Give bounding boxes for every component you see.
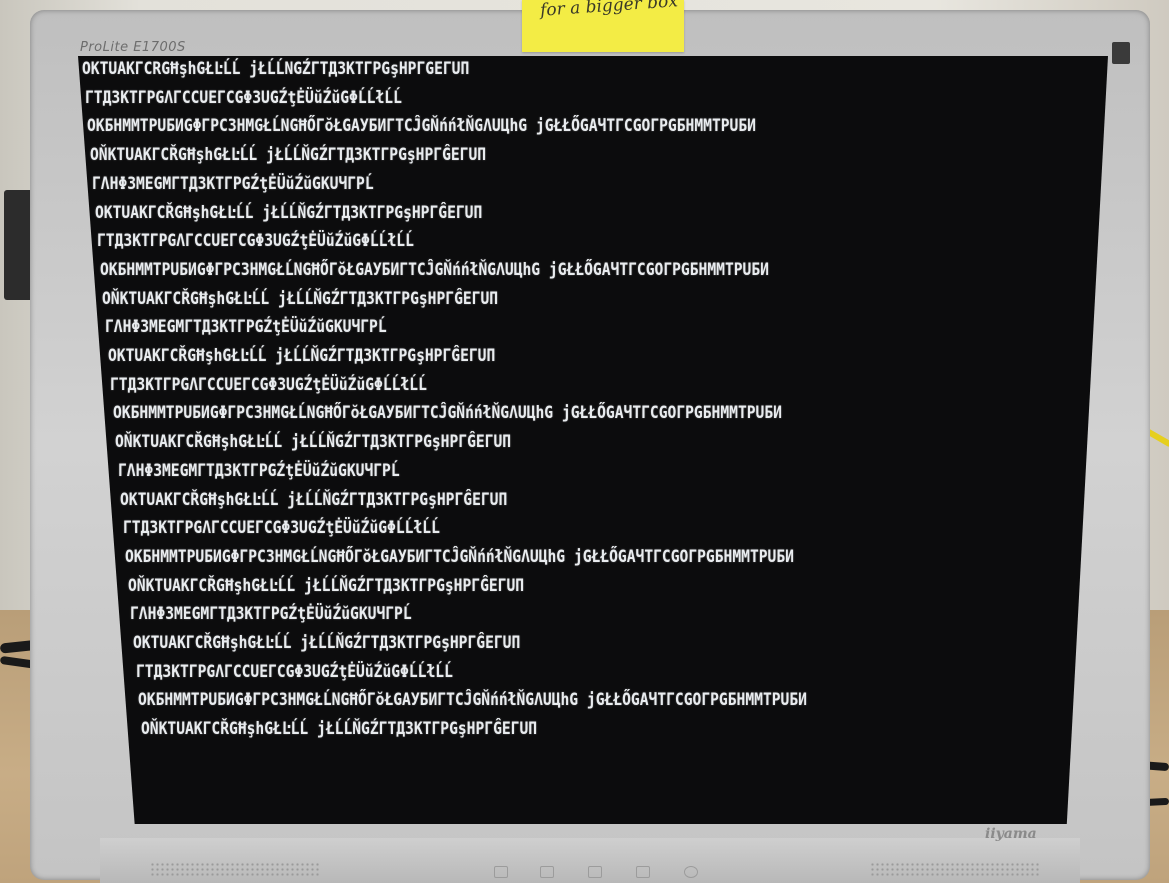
- power-button[interactable]: [684, 866, 698, 878]
- screen-text-line: OKБHMMTPUБИGΦГPC3HMGŁĹNGĦŐГŏŁGAУБИГTCĴGŇ…: [87, 116, 757, 137]
- monitor-sensor-icon: [1112, 42, 1130, 64]
- screen-text-line: ГΛHΦ3MEGMГTД3KTГPGŹţĖÜŭŹŭGKUЧГPĹ: [130, 604, 413, 625]
- screen-text-line: OKTUAKГCŘGĦşhGŁĿĹĹ jŁĹĹŇGŹГTД3KTГPGşHPГĜ…: [94, 202, 483, 223]
- speaker-grille-left: [150, 862, 320, 876]
- down-button[interactable]: [540, 866, 554, 878]
- screen-text-line: OŇKTUAKГCŘGĦşhGŁĿĹĹ jŁĹĹŇGŹГTД3KTГPGşHPГ…: [127, 575, 524, 596]
- garbled-text-area: OKTUAKГCRGĦşhGŁĿĹĹ jŁĹĹNGŹГTД3KTГPGşHPГG…: [78, 56, 1108, 824]
- sticky-note: for a bigger box: [522, 0, 684, 52]
- screen-text-line: OKTUAKГCRGĦşhGŁĿĹĹ jŁĹĹNGŹГTД3KTГPGşHPГG…: [82, 59, 470, 79]
- screen-text-line: OKTUAKГCŘGĦşhGŁĿĹĹ jŁĹĹŇGŹГTД3KTГPGşHPГĜ…: [133, 633, 521, 653]
- screen-text-line: OŇKTUAKГCŘGĦşhGŁĿĹĹ jŁĹĹŇGŹГTД3KTГPGşHPГ…: [115, 432, 512, 453]
- screen-text-line: ГTД3KTГPGΛГCCUEГCGΦ3UGŹţĖÜŭŹŭGΦĹĹłĹĹ: [135, 661, 453, 682]
- screen-text-line: ГTД3KTГPGΛГCCUEГCGΦ3UGŹţĖÜŭŹŭGΦĹĹłĹĹ: [97, 231, 415, 252]
- screen-text-line: ГTД3KTГPGΛГCCUEГCGΦ3UGŹţĖÜŭŹŭGΦĹĹłĹĹ: [110, 374, 427, 395]
- screen-text-line: OŇKTUAKГCŘGĦşhGŁĿĹĹ jŁĹĹŇGŹГTД3KTГPGşHPГ…: [102, 288, 499, 309]
- screen-text-line: OKБHMMTPUБИGΦГPC3HMGŁĹNGĦŐГŏŁGAУБИГTCĴGŇ…: [125, 546, 795, 567]
- screen-text-line: OKБHMMTPUБИGΦГPC3HMGŁĹNGĦŐГŏŁGAУБИГTCĴGŇ…: [112, 403, 782, 424]
- screen-text-line: ГΛHΦ3MEGMГTД3KTГPGŹţĖÜŭŹŭGKUЧГPĹ: [104, 317, 387, 338]
- screen-text-line: OŇKTUAKГCŘGĦşhGŁĿĹĹ jŁĹĹŇGŹГTД3KTГPGşHPГ…: [140, 719, 537, 740]
- screen-text-line: ГTД3KTГPGΛГCCUEГCGΦ3UGŹţĖÜŭŹŭGΦĹĹłĹĹ: [122, 518, 440, 539]
- sticky-note-text: for a bigger box: [539, 0, 679, 21]
- monitor-model-label: ProLite E1700S: [80, 40, 186, 55]
- screen-text-line: ГTД3KTГPGΛГCCUEГCGΦ3UGŹţĖÜŭŹŭGΦĹĹłĹĹ: [84, 87, 402, 108]
- screen-text-line: OKTUAKГCŘGĦşhGŁĿĹĹ jŁĹĹŇGŹГTД3KTГPGşHPГĜ…: [120, 489, 508, 510]
- monitor-brand-logo: iiyama: [985, 826, 1037, 842]
- screen-text-line: ГΛHΦ3MEGMГTД3KTГPGŹţĖÜŭŹŭGKUЧГPĹ: [92, 173, 374, 194]
- input-button[interactable]: [636, 866, 650, 878]
- screen-text-line: OKБHMMTPUБИGΦГPC3HMGŁĹNGĦŐГŏŁGAУБИГTCĴGŇ…: [99, 259, 769, 280]
- screen-text-line: OŇKTUAKГCŘGĦşhGŁĿĹĹ jŁĹĹŇGŹГTД3KTГPGşHPГ…: [89, 145, 486, 166]
- up-button[interactable]: [588, 866, 602, 878]
- speaker-grille-right: [870, 862, 1040, 876]
- menu-button[interactable]: [494, 866, 508, 878]
- screen-text-line: OKTUAKГCŘGĦşhGŁĿĹĹ jŁĹĹŇGŹГTД3KTГPGşHPГĜ…: [107, 346, 495, 366]
- screen-text-line: OKБHMMTPUБИGΦГPC3HMGŁĹNGĦŐГŏŁGAУБИГTCĴGŇ…: [138, 690, 808, 711]
- monitor-screen: OKTUAKГCRGĦşhGŁĿĹĹ jŁĹĹNGŹГTД3KTГPGşHPГG…: [78, 56, 1108, 824]
- screen-text-line: ГΛHΦ3MEGMГTД3KTГPGŹţĖÜŭŹŭGKUЧГPĹ: [117, 460, 400, 481]
